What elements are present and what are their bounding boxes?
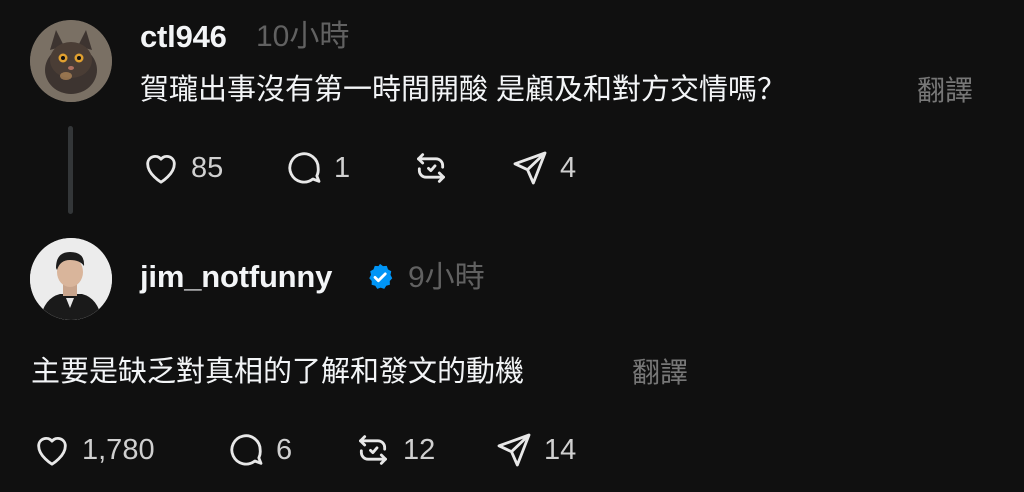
share-button[interactable]: 4 — [510, 148, 576, 188]
like-count: 1,780 — [82, 433, 155, 466]
share-icon — [497, 433, 531, 467]
post-time[interactable]: 10小時 — [256, 22, 349, 52]
translate-link[interactable]: 翻譯 — [632, 359, 688, 387]
share-count: 14 — [544, 433, 577, 466]
translate-link[interactable]: 翻譯 — [917, 77, 973, 105]
username[interactable]: jim_notfunny — [140, 261, 332, 292]
reply-count: 6 — [276, 433, 293, 466]
comment-icon — [230, 434, 263, 466]
man-avatar-image — [30, 238, 112, 320]
repost-button[interactable] — [411, 148, 461, 188]
heart-icon — [37, 436, 67, 466]
comment-text: 主要是缺乏對真相的了解和發文的動機 — [31, 356, 525, 388]
repost-button[interactable]: 12 — [353, 430, 435, 470]
thread-line — [68, 126, 73, 214]
post-time[interactable]: 9小時 — [408, 263, 485, 293]
comment-text: 賀瓏出事沒有第一時間開酸 是顧及和對方交情嗎？ — [140, 74, 787, 106]
share-button[interactable]: 14 — [494, 430, 576, 470]
heart-icon — [146, 154, 176, 184]
like-button[interactable]: 85 — [141, 148, 223, 188]
repost-count: 12 — [403, 433, 436, 466]
reply-button[interactable]: 6 — [226, 430, 292, 470]
avatar[interactable] — [30, 238, 112, 320]
like-button[interactable]: 1,780 — [32, 430, 155, 470]
username[interactable]: ctl946 — [140, 21, 227, 52]
repost-icon — [359, 435, 387, 465]
repost-icon — [417, 153, 445, 183]
comment-icon — [288, 152, 321, 184]
reply-button[interactable]: 1 — [284, 148, 350, 188]
share-icon — [513, 151, 547, 185]
verified-badge-icon — [365, 262, 395, 292]
share-count: 4 — [560, 151, 577, 184]
reply-count: 1 — [334, 151, 351, 184]
avatar[interactable] — [30, 20, 112, 102]
threads-comments: ctl946 10小時 賀瓏出事沒有第一時間開酸 是顧及和對方交情嗎？ 翻譯 8… — [0, 0, 1024, 492]
like-count: 85 — [191, 151, 224, 184]
cat-avatar-image — [30, 20, 112, 102]
